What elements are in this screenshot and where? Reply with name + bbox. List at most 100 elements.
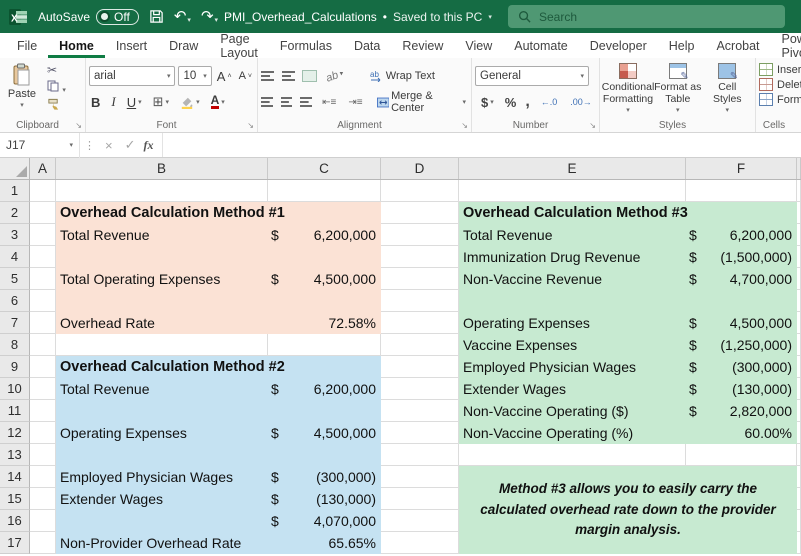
align-right-icon[interactable] xyxy=(300,97,312,107)
cell-A3[interactable] xyxy=(30,224,56,246)
cell-D3[interactable] xyxy=(381,224,459,246)
method3-row12-value[interactable]: 60.00% xyxy=(686,425,797,441)
font-name-select[interactable]: arial▾ xyxy=(89,66,175,86)
conditional-formatting-button[interactable]: Conditional Formatting ▾ xyxy=(603,63,653,117)
format-painter-icon[interactable] xyxy=(47,98,66,113)
method2-row15-value[interactable]: $(130,000) xyxy=(268,491,381,507)
method2-row10-label[interactable]: Total Revenue xyxy=(56,381,268,397)
font-color-button[interactable]: A▾ xyxy=(209,94,227,110)
italic-button[interactable]: I xyxy=(109,93,117,111)
method3-row7-value[interactable]: $4,500,000 xyxy=(686,315,797,331)
paste-dropdown-icon[interactable]: ▾ xyxy=(20,101,24,109)
cell-styles-button[interactable]: Cell Styles ▾ xyxy=(703,63,753,117)
cell-D2[interactable] xyxy=(381,202,459,224)
tab-view[interactable]: View xyxy=(454,33,503,58)
cell-D12[interactable] xyxy=(381,422,459,444)
cell-x17[interactable] xyxy=(797,532,801,554)
method3-row11-label[interactable]: Non-Vaccine Operating ($) xyxy=(459,403,686,419)
method1-row3-value[interactable]: $6,200,000 xyxy=(268,227,381,243)
cell-F1[interactable] xyxy=(686,180,797,202)
method1-row7-value[interactable]: 72.58% xyxy=(268,315,381,331)
tab-home[interactable]: Home xyxy=(48,33,105,58)
method3-row8-value[interactable]: $(1,250,000) xyxy=(686,337,797,353)
cell-D1[interactable] xyxy=(381,180,459,202)
format-cells-button[interactable]: Format xyxy=(759,93,799,106)
cell-D5[interactable] xyxy=(381,268,459,290)
tab-acrobat[interactable]: Acrobat xyxy=(705,33,770,58)
column-header-clipped[interactable] xyxy=(797,158,801,179)
cell-x16[interactable] xyxy=(797,510,801,532)
cell-B8[interactable] xyxy=(56,334,268,356)
column-header-A[interactable]: A xyxy=(30,158,56,179)
merge-center-button[interactable]: Merge & Center ▾ xyxy=(375,89,468,115)
row-header-16[interactable]: 16 xyxy=(0,510,30,532)
name-box-dropdown-icon[interactable]: ▾ xyxy=(69,141,73,149)
method3-row2-label[interactable]: Overhead Calculation Method #3 xyxy=(459,205,686,221)
cell-A14[interactable] xyxy=(30,466,56,488)
align-middle-icon[interactable] xyxy=(282,71,295,81)
autosave-control[interactable]: AutoSave Off xyxy=(38,9,139,25)
increase-indent-icon[interactable]: ⇥≡ xyxy=(346,96,364,109)
column-header-E[interactable]: E xyxy=(459,158,686,179)
cell-E1[interactable] xyxy=(459,180,686,202)
excel-app-icon[interactable]: X xyxy=(8,7,28,27)
merge-center-dropdown-icon[interactable]: ▾ xyxy=(462,98,466,106)
cell-D6[interactable] xyxy=(381,290,459,312)
title-dropdown-icon[interactable]: ▾ xyxy=(488,13,492,21)
row-header-8[interactable]: 8 xyxy=(0,334,30,356)
tab-page-layout[interactable]: Page Layout xyxy=(209,33,269,58)
method3-row9-label[interactable]: Employed Physician Wages xyxy=(459,359,686,375)
cell-C8[interactable] xyxy=(268,334,381,356)
column-header-C[interactable]: C xyxy=(268,158,381,179)
cell-E13[interactable] xyxy=(459,444,686,466)
method3-row8-label[interactable]: Vaccine Expenses xyxy=(459,337,686,353)
cell-A9[interactable] xyxy=(30,356,56,378)
cell-A10[interactable] xyxy=(30,378,56,400)
format-as-table-button[interactable]: Format as Table ▾ xyxy=(653,63,703,117)
orientation-icon[interactable]: ab▾ xyxy=(322,66,347,87)
method2-row16-value[interactable]: $4,070,000 xyxy=(268,513,381,529)
method3-row12-label[interactable]: Non-Vaccine Operating (%) xyxy=(459,425,686,441)
cell-D16[interactable] xyxy=(381,510,459,532)
tab-file[interactable]: File xyxy=(6,33,48,58)
align-left-icon[interactable] xyxy=(261,97,273,107)
method2-row14-label[interactable]: Employed Physician Wages xyxy=(56,469,268,485)
cell-D9[interactable] xyxy=(381,356,459,378)
cell-D14[interactable] xyxy=(381,466,459,488)
method2-row17-label[interactable]: Non-Provider Overhead Rate xyxy=(56,535,268,551)
cell-A2[interactable] xyxy=(30,202,56,224)
insert-function-icon[interactable]: fx xyxy=(142,138,162,153)
save-icon[interactable] xyxy=(149,9,164,24)
undo-dropdown-icon[interactable]: ▾ xyxy=(187,17,191,24)
delete-cells-button[interactable]: Delete xyxy=(759,78,799,91)
cell-x14[interactable] xyxy=(797,466,801,488)
cell-A4[interactable] xyxy=(30,246,56,268)
method3-row7-label[interactable]: Operating Expenses xyxy=(459,315,686,331)
cell-B1[interactable] xyxy=(56,180,268,202)
method3-row3-label[interactable]: Total Revenue xyxy=(459,227,686,243)
method2-row14-value[interactable]: $(300,000) xyxy=(268,469,381,485)
align-center-icon[interactable] xyxy=(281,97,293,107)
percent-style-button[interactable]: % xyxy=(505,95,517,110)
cell-A13[interactable] xyxy=(30,444,56,466)
increase-decimal-icon[interactable]: ←.0 xyxy=(539,96,560,108)
method2-row12-label[interactable]: Operating Expenses xyxy=(56,425,268,441)
tab-power-pivot[interactable]: Power Pivot xyxy=(771,33,801,58)
row-header-14[interactable]: 14 xyxy=(0,466,30,488)
decrease-decimal-icon[interactable]: .00→ xyxy=(568,96,594,108)
borders-button[interactable]: ⊞▾ xyxy=(151,93,171,111)
row-header-6[interactable]: 6 xyxy=(0,290,30,312)
cut-icon[interactable]: ✂▾ xyxy=(47,63,66,77)
cell-x4[interactable] xyxy=(797,246,801,268)
cell-D17[interactable] xyxy=(381,532,459,554)
cell-x8[interactable] xyxy=(797,334,801,356)
cancel-icon[interactable]: × xyxy=(99,138,119,153)
method1-row5-value[interactable]: $4,500,000 xyxy=(268,271,381,287)
font-dialog-launcher[interactable]: ↘ xyxy=(247,121,254,130)
tab-help[interactable]: Help xyxy=(658,33,706,58)
copy-dropdown-icon[interactable]: ▾ xyxy=(62,87,66,94)
method2-row9-label[interactable]: Overhead Calculation Method #2 xyxy=(56,359,268,375)
cell-A17[interactable] xyxy=(30,532,56,554)
cell-D4[interactable] xyxy=(381,246,459,268)
align-bottom-icon[interactable] xyxy=(303,71,316,81)
